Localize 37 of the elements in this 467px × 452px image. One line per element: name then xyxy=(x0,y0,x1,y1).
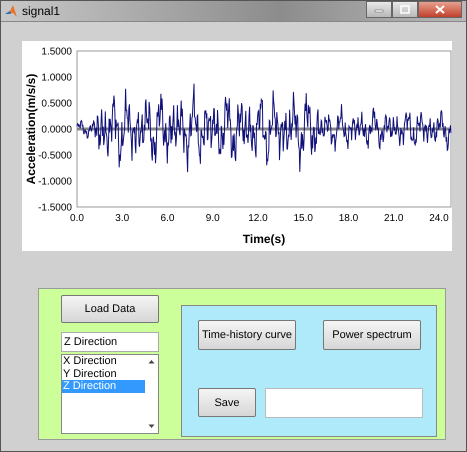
x-tick-label: 12.0 xyxy=(248,213,268,224)
x-tick-label: 24.0 xyxy=(429,213,449,224)
list-item[interactable]: X Direction xyxy=(62,355,145,368)
x-tick-label: 21.0 xyxy=(384,213,404,224)
filename-field[interactable] xyxy=(265,388,423,418)
maximize-button[interactable] xyxy=(392,1,418,18)
y-tick-label: 1.0000 xyxy=(41,72,72,84)
maximize-icon xyxy=(400,5,410,14)
x-tick-label: 6.0 xyxy=(160,213,174,224)
direction-listbox[interactable]: X Direction Y Direction Z Direction xyxy=(61,354,159,434)
save-button[interactable]: Save xyxy=(198,388,256,417)
window-title: signal1 xyxy=(22,4,62,18)
x-tick-label: 18.0 xyxy=(338,213,358,224)
x-tick-label: 0.0 xyxy=(70,213,84,224)
x-tick-label: 9.0 xyxy=(206,213,220,224)
y-tick-label: 0.0000 xyxy=(41,124,72,136)
y-tick-label: -0.5000 xyxy=(38,150,72,162)
minimize-icon xyxy=(374,6,384,12)
plot-button[interactable]: Time-history curve xyxy=(198,320,296,350)
y-tick-label: 1.5000 xyxy=(41,46,72,58)
x-axis-label: Time(s) xyxy=(242,232,286,246)
load-data-button[interactable]: Load Data xyxy=(61,295,159,323)
close-button[interactable] xyxy=(418,1,462,18)
y-tick-label: -1.5000 xyxy=(38,202,72,214)
x-tick-label: 15.0 xyxy=(293,213,313,224)
list-item[interactable]: Y Direction xyxy=(62,368,145,380)
y-tick-label: -1.0000 xyxy=(38,176,72,188)
app-icon xyxy=(4,4,18,18)
direction-field[interactable]: Z Direction xyxy=(61,332,159,352)
scroll-up-icon xyxy=(148,359,155,364)
y-axis-label: Acceleration(m/s/s) xyxy=(24,74,38,184)
scroll-down-icon xyxy=(148,424,155,429)
plot-button[interactable]: Power spectrum xyxy=(323,320,421,350)
x-tick-label: 3.0 xyxy=(115,213,130,224)
close-icon xyxy=(435,5,445,14)
y-tick-label: 0.5000 xyxy=(41,98,72,110)
minimize-button[interactable] xyxy=(366,1,392,18)
